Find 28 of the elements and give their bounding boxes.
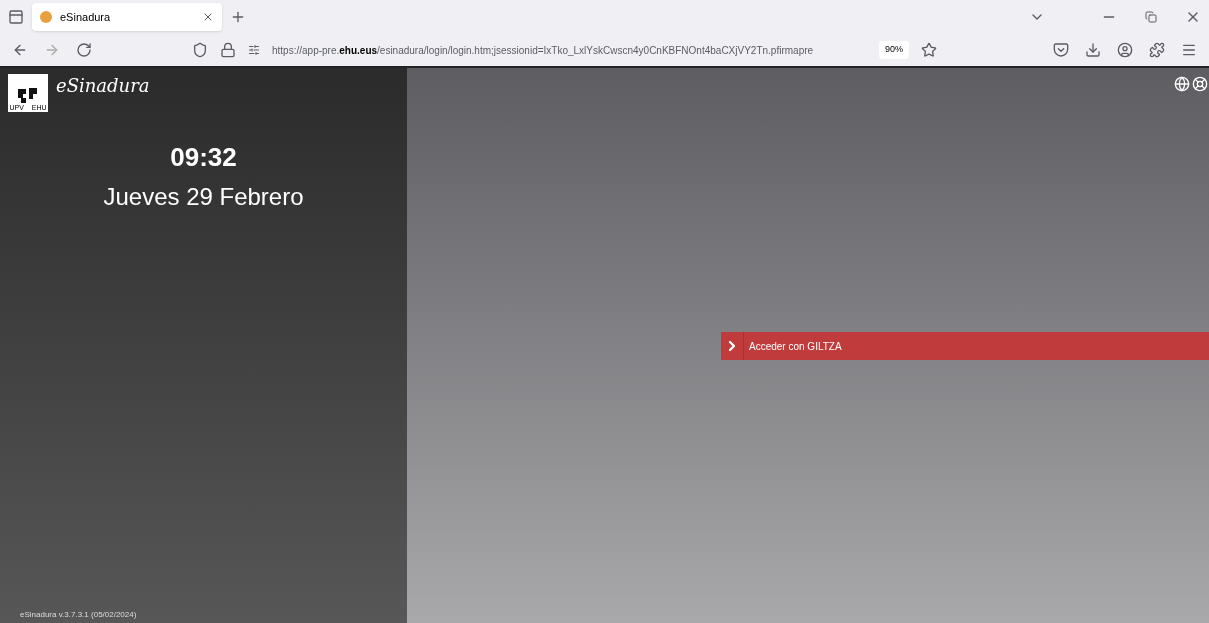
back-icon[interactable]	[12, 42, 28, 58]
bookmark-star-icon[interactable]	[921, 42, 937, 58]
date-text: Jueves 29 Febrero	[103, 182, 304, 212]
close-tab-icon[interactable]	[202, 11, 214, 23]
help-icon[interactable]	[1192, 76, 1208, 92]
logo-emblem-icon	[17, 86, 39, 104]
clock-time: 09:32	[170, 141, 237, 174]
menu-icon[interactable]	[1181, 42, 1197, 58]
app-name: eSinadura	[56, 73, 150, 98]
permissions-icon[interactable]	[248, 44, 260, 56]
restore-icon[interactable]	[1145, 11, 1157, 23]
tab-list-icon[interactable]	[8, 9, 24, 25]
browser-tab[interactable]: eSinadura	[32, 3, 222, 31]
account-icon[interactable]	[1117, 42, 1133, 58]
shield-icon[interactable]	[192, 42, 208, 58]
version-text: eSinadura v.3.7.3.1 (05/02/2024)	[19, 609, 138, 621]
giltza-login-button[interactable]: Acceder con GILTZA	[721, 332, 1209, 360]
globe-icon[interactable]	[1174, 76, 1190, 92]
pocket-icon[interactable]	[1053, 42, 1069, 58]
tab-title: eSinadura	[60, 9, 112, 25]
url-text: https://app-pre.ehu.eus/esinadura/login/login.htm;jsessionid=IxTko_LxlYskCwscn4y0CnKBFNOnt4baCXjVY2Tn.pfirmapre	[272, 43, 814, 58]
extensions-icon[interactable]	[1149, 42, 1165, 58]
zoom-level[interactable]: 90%	[879, 41, 909, 59]
lock-icon[interactable]	[220, 42, 236, 58]
new-tab-icon[interactable]	[230, 9, 246, 25]
download-icon[interactable]	[1085, 42, 1101, 58]
reload-icon[interactable]	[76, 42, 92, 58]
favicon-icon	[40, 11, 52, 23]
